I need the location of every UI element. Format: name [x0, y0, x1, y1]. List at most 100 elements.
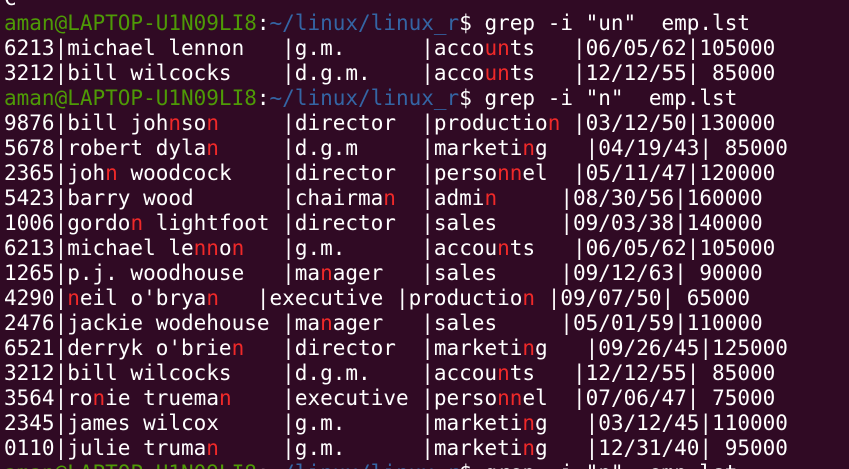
- output-text: ts |06/05/62|105000: [509, 236, 776, 260]
- output-text: o: [218, 236, 232, 260]
- output-text: el |05/11/47|120000: [522, 161, 776, 185]
- match-highlight: n: [67, 286, 80, 310]
- prompt-line: aman@LAPTOP-U1N09LI8:~/linux/linux_r$ gr…: [4, 86, 788, 111]
- output-text: 3564|ro: [4, 386, 93, 410]
- terminal-window[interactable]: Caman@LAPTOP-U1N09LI8:~/linux/linux_r$ g…: [0, 0, 849, 469]
- output-row: 9876|bill johnson |director |production …: [4, 111, 788, 136]
- output-row: 2345|james wilcox |g.m. |marketing |03/1…: [4, 411, 788, 436]
- output-text: |executive |perso: [231, 386, 498, 410]
- partial-text: C: [4, 0, 17, 10]
- match-highlight: un: [484, 36, 510, 60]
- prompt-separator: :: [257, 461, 270, 469]
- match-highlight: n: [206, 436, 219, 460]
- match-highlight: n: [320, 261, 333, 285]
- match-highlight: n: [92, 386, 106, 410]
- prompt-separator: :: [256, 11, 270, 35]
- prompt-line: aman@LAPTOP-U1N09LI8:~/linux/linux_r$ gr…: [4, 11, 788, 36]
- command-text: $ grep -i "n" emp.lst: [459, 86, 738, 110]
- output-text: ts |06/05/62|105000: [509, 36, 776, 60]
- output-row: 6521|derryk o'brien |director |marketing…: [4, 336, 788, 361]
- output-text: 2476|jackie wodehouse |ma: [4, 311, 321, 335]
- output-text: 3212|bill wilcocks |d.g.m. |accou: [4, 361, 498, 385]
- match-highlight: n: [383, 186, 396, 210]
- output-text: |admi: [395, 186, 485, 210]
- match-highlight: n: [206, 136, 219, 160]
- output-text: 1265|p.j. woodhouse |ma: [4, 261, 321, 285]
- output-row: 1006|gordon lightfoot |director |sales |…: [4, 211, 788, 236]
- output-text: 6213|michael le: [4, 236, 194, 260]
- output-row: 4290|neil o'bryan |executive |production…: [4, 286, 788, 311]
- terminal-output: Caman@LAPTOP-U1N09LI8:~/linux/linux_r$ g…: [4, 0, 788, 469]
- output-row: 3212|bill wilcocks |d.g.m. |accounts |12…: [4, 361, 788, 386]
- output-text: |executive |productio: [218, 286, 523, 310]
- match-highlight: n: [105, 161, 118, 185]
- partial-line: C: [4, 0, 788, 11]
- match-highlight: n: [130, 211, 144, 235]
- match-highlight: nn: [497, 386, 523, 410]
- prompt-path: ~/linux/linux_r: [269, 86, 460, 110]
- output-text: 2365|joh: [4, 161, 106, 185]
- output-text: 1006|gordo: [4, 211, 131, 235]
- match-highlight: n: [218, 386, 232, 410]
- output-row: 6213|michael lennon |g.m. |accounts |06/…: [4, 236, 788, 261]
- match-highlight: n: [206, 111, 219, 135]
- output-row: 3212|bill wilcocks |d.g.m. |accounts |12…: [4, 61, 788, 86]
- match-highlight: nn: [193, 236, 219, 260]
- output-text: |director |marketi: [244, 336, 523, 360]
- output-text: ts |12/12/55| 85000: [509, 361, 776, 385]
- match-highlight: un: [484, 61, 510, 85]
- output-text: |03/12/50|130000: [560, 111, 776, 135]
- output-text: 9876|bill joh: [4, 111, 169, 135]
- output-text: ager |sales |05/01/59|110000: [332, 311, 763, 335]
- prompt-path: ~/linux/linux_r: [269, 11, 460, 35]
- output-row: 5423|barry wood |chairman |admin |08/30/…: [4, 186, 788, 211]
- output-row: 2365|john woodcock |director |personnel …: [4, 161, 788, 186]
- output-text: |09/07/50| 65000: [535, 286, 750, 310]
- match-highlight: nn: [497, 161, 523, 185]
- output-text: 2345|james wilcox |g.m. |marketi: [4, 411, 523, 435]
- output-text: |director |productio: [218, 111, 548, 135]
- prompt-user: aman@LAPTOP-U1N09LI8: [4, 86, 257, 110]
- output-text: 3212|bill wilcocks |d.g.m. |acco: [4, 61, 485, 85]
- match-highlight: n: [547, 111, 561, 135]
- prompt-user: aman@LAPTOP-U1N09LI8: [4, 461, 257, 469]
- output-row: 6213|michael lennon |g.m. |accounts |06/…: [4, 36, 788, 61]
- match-highlight: n: [206, 286, 219, 310]
- match-highlight: n: [522, 411, 536, 435]
- output-row: 0110|julie truman |g.m. |marketing |12/3…: [4, 436, 788, 461]
- output-row: 3564|ronie trueman |executive |personnel…: [4, 386, 788, 411]
- prompt-user: aman@LAPTOP-U1N09LI8: [4, 11, 257, 35]
- prompt-line: aman@LAPTOP-U1N09LI8:~/linux/linux_r$ gr…: [4, 461, 788, 469]
- match-highlight: n: [522, 336, 536, 360]
- match-highlight: n: [168, 111, 182, 135]
- output-text: |g.m. |accou: [244, 236, 498, 260]
- command-text: $ grep -i "un" emp.lst: [459, 11, 750, 35]
- output-text: 6521|derryk o'brie: [4, 336, 232, 360]
- output-text: ager |sales |09/12/63| 90000: [332, 261, 763, 285]
- prompt-path: ~/linux/linux_r: [270, 461, 460, 469]
- output-text: 5423|barry wood |chairma: [4, 186, 384, 210]
- output-row: 1265|p.j. woodhouse |manager |sales |09/…: [4, 261, 788, 286]
- match-highlight: n: [522, 436, 536, 460]
- output-text: 5678|robert dyla: [4, 136, 207, 160]
- output-text: 4290|: [4, 286, 68, 310]
- output-text: g |03/12/45|110000: [535, 411, 788, 435]
- match-highlight: n: [231, 236, 245, 260]
- match-highlight: n: [522, 136, 536, 160]
- match-highlight: n: [484, 186, 498, 210]
- output-text: lightfoot |director |sales |09/03/38|140…: [143, 211, 763, 235]
- output-text: 0110|julie truma: [4, 436, 207, 460]
- output-text: g |04/19/43| 85000: [535, 136, 788, 160]
- output-text: |d.g.m |marketi: [218, 136, 523, 160]
- output-text: g |09/26/45|125000: [535, 336, 788, 360]
- command-text: $ grep -i "n" emp.lst: [459, 461, 737, 469]
- output-text: 6213|michael lennon |g.m. |acco: [4, 36, 485, 60]
- output-text: eil o'brya: [79, 286, 207, 310]
- output-row: 2476|jackie wodehouse |manager |sales |0…: [4, 311, 788, 336]
- match-highlight: n: [497, 361, 510, 385]
- output-text: g |12/31/40| 95000: [535, 436, 788, 460]
- output-text: ie truema: [105, 386, 219, 410]
- output-text: ts |12/12/55| 85000: [509, 61, 776, 85]
- match-highlight: n: [522, 286, 536, 310]
- output-text: el |07/06/47| 75000: [522, 386, 776, 410]
